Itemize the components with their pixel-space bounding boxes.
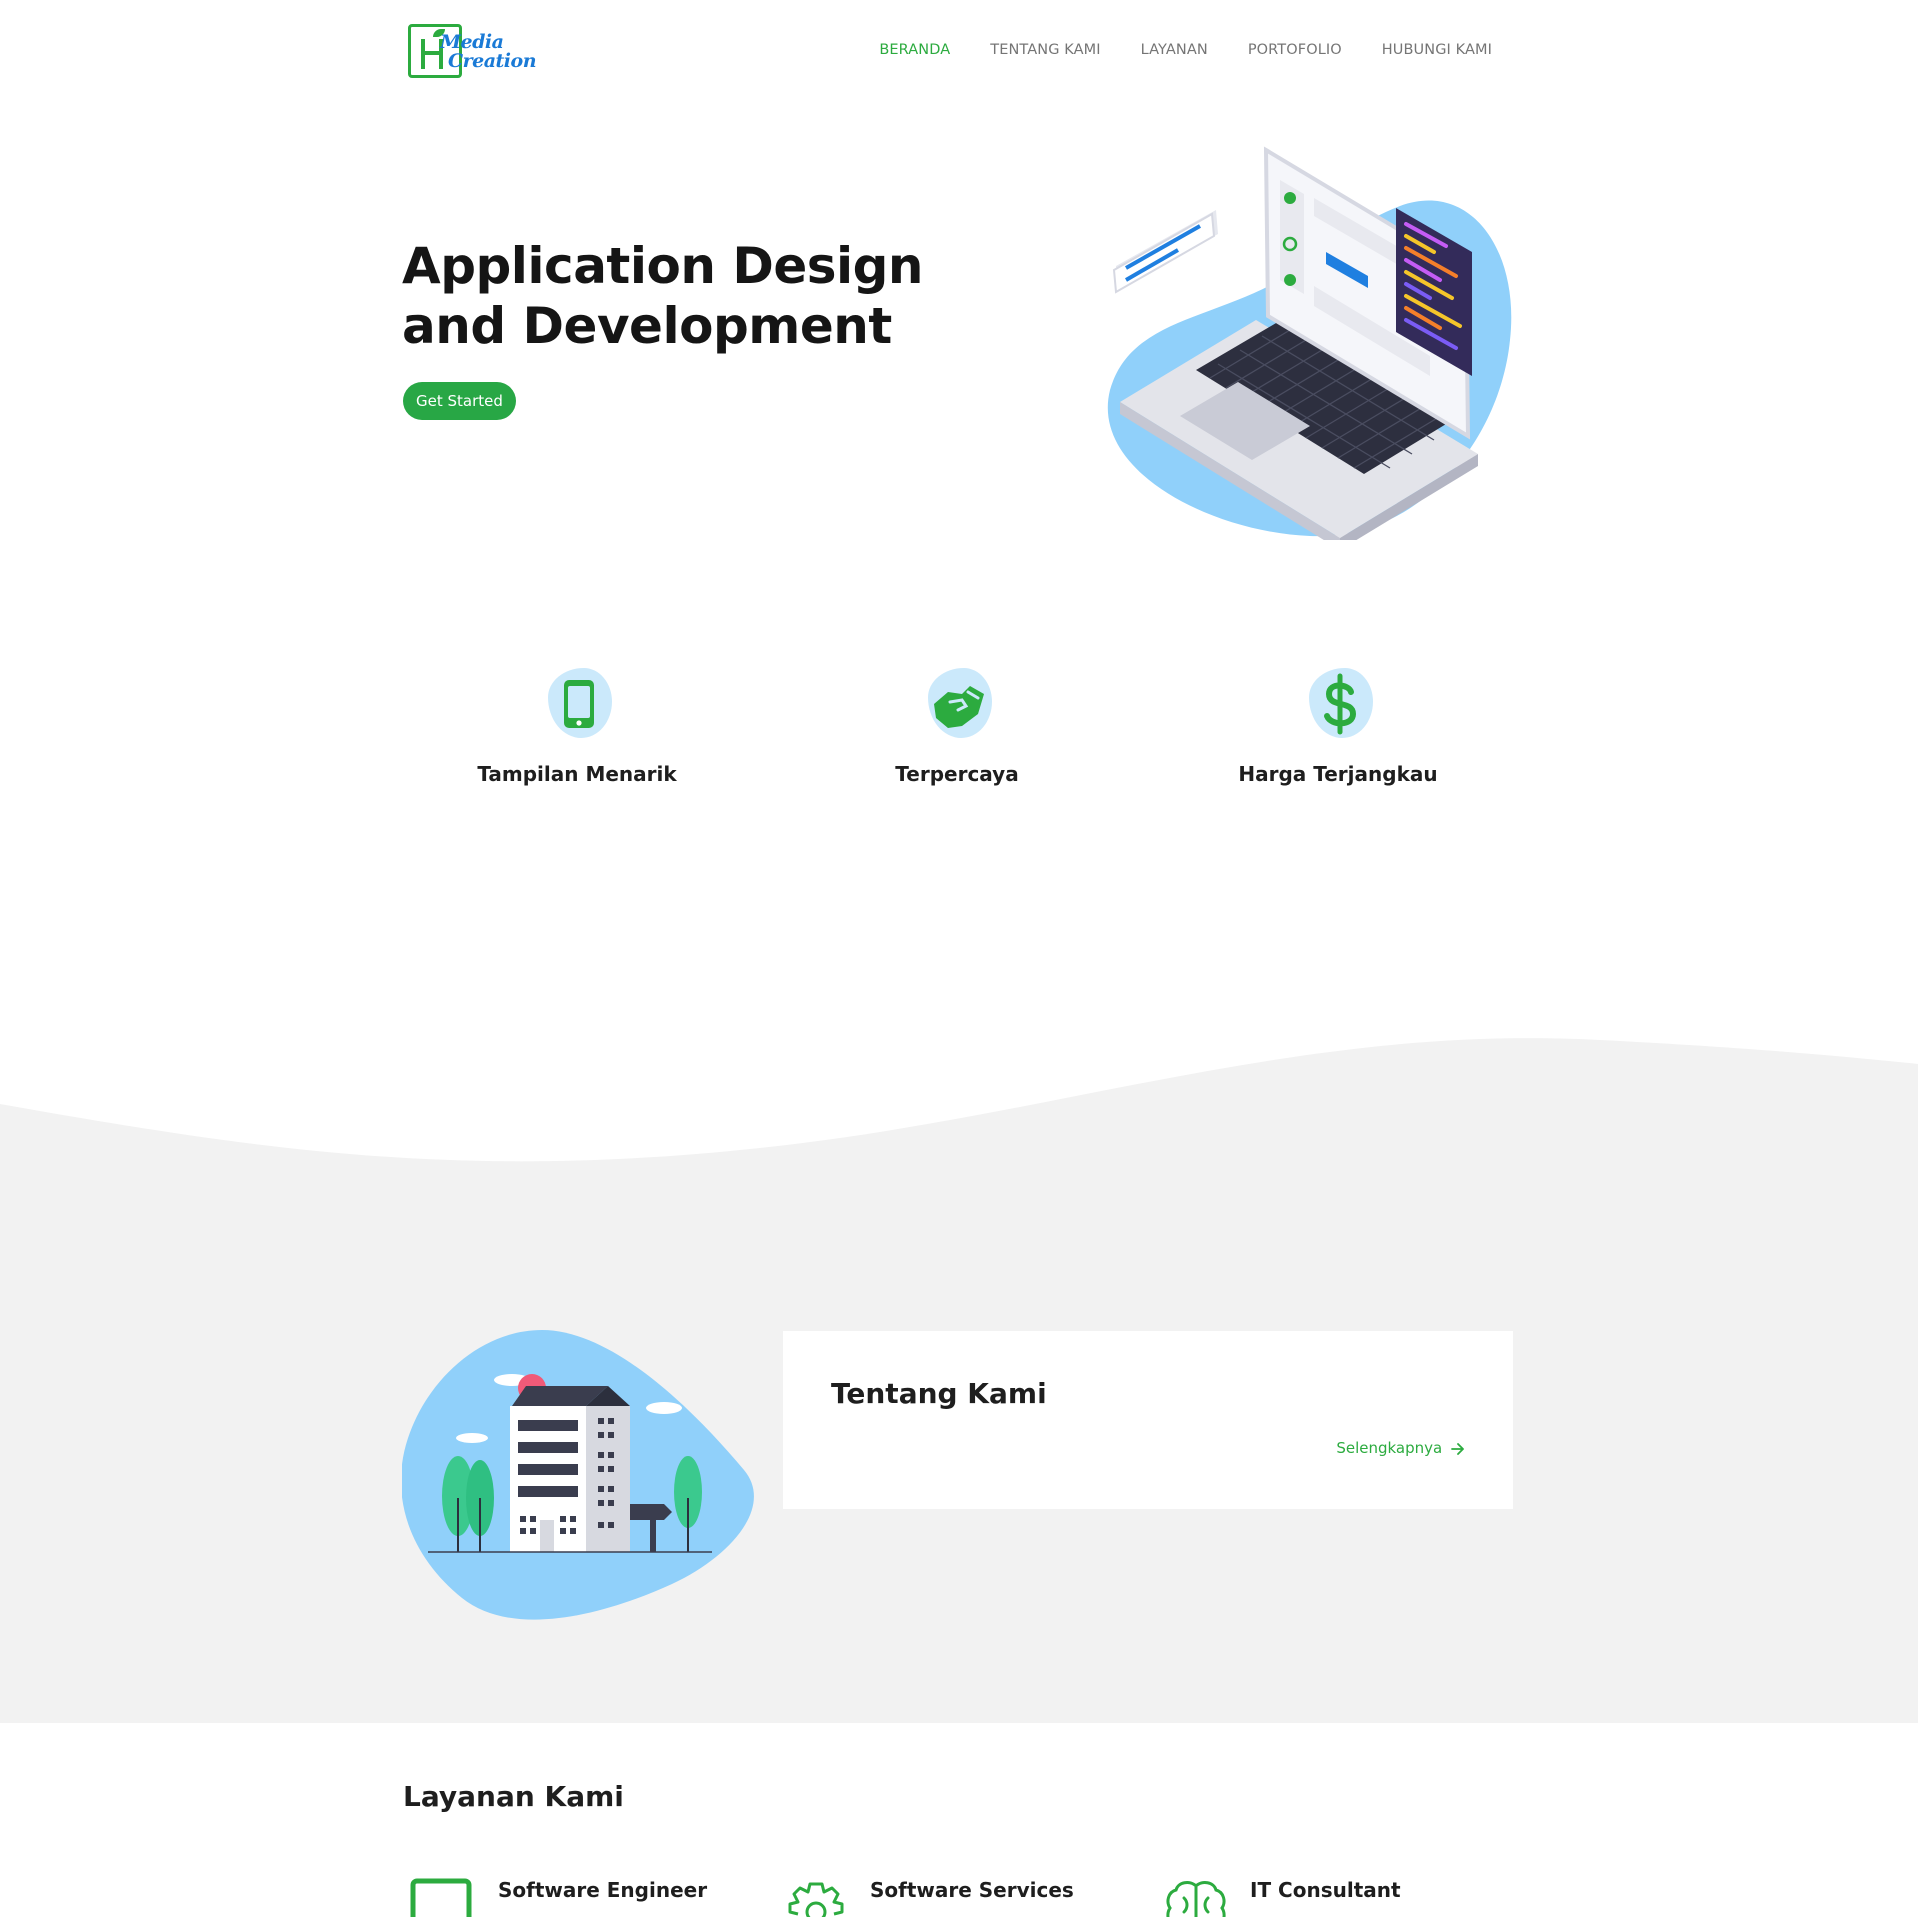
- service-item[interactable]: Software Services: [782, 1878, 1102, 1917]
- hero-title: Application Design and Development: [402, 236, 962, 356]
- brand-name-line2: Creation: [448, 50, 537, 72]
- service-name: Software Engineer: [498, 1878, 708, 1902]
- nav-item-layanan[interactable]: LAYANAN: [1141, 42, 1208, 58]
- section-wave-divider: [0, 1038, 1918, 1230]
- arrow-right-icon: [1451, 1442, 1464, 1455]
- office-building-illustration: [402, 1330, 754, 1620]
- nav-item-hubungi-kami[interactable]: HUBUNGI KAMI: [1382, 42, 1492, 58]
- get-started-button[interactable]: Get Started: [403, 382, 516, 420]
- nav-item-tentang-kami[interactable]: TENTANG KAMI: [990, 42, 1100, 58]
- brand-name-line1: Media: [440, 31, 504, 53]
- brain-icon: [1166, 1881, 1226, 1917]
- service-item[interactable]: Software Engineer: [410, 1878, 730, 1917]
- service-name: Software Services: [870, 1878, 1074, 1902]
- dollar-icon: [1324, 673, 1357, 735]
- feature-item: Terpercaya: [817, 668, 1097, 786]
- read-more-link[interactable]: Selengkapnya: [1336, 1439, 1465, 1457]
- features-section: Tampilan Menarik Terpercaya Harga Terjan…: [0, 668, 1918, 808]
- feature-title: Tampilan Menarik: [477, 762, 677, 786]
- nav-item-beranda[interactable]: BERANDA: [879, 42, 950, 58]
- hero-title-line1: Application Design: [402, 237, 924, 295]
- service-name: IT Consultant: [1250, 1878, 1401, 1902]
- main-nav: BERANDA TENTANG KAMI LAYANAN PORTOFOLIO …: [879, 42, 1492, 58]
- navbar: Media Creation BERANDA TENTANG KAMI LAYA…: [0, 0, 1918, 100]
- nav-item-portofolio[interactable]: PORTOFOLIO: [1248, 42, 1342, 58]
- about-title: Tentang Kami: [831, 1377, 1047, 1410]
- feature-item: Tampilan Menarik: [437, 668, 717, 786]
- about-card: Tentang Kami Selengkapnya: [783, 1331, 1513, 1509]
- handshake-icon: [934, 686, 984, 728]
- brand-logo[interactable]: Media Creation: [408, 24, 537, 80]
- read-more-label: Selengkapnya: [1336, 1439, 1443, 1457]
- gear-icon: [788, 1882, 844, 1917]
- feature-title: Harga Terjangkau: [1238, 762, 1438, 786]
- laptop-icon: [410, 1878, 472, 1917]
- services-title: Layanan Kami: [403, 1780, 624, 1813]
- feature-title: Terpercaya: [895, 762, 1019, 786]
- hero-title-line2: and Development: [402, 297, 892, 355]
- mobile-phone-icon: [564, 680, 594, 728]
- service-item[interactable]: IT Consultant: [1162, 1878, 1482, 1917]
- feature-item: Harga Terjangkau: [1198, 668, 1478, 786]
- laptop-code-illustration: [1107, 146, 1512, 540]
